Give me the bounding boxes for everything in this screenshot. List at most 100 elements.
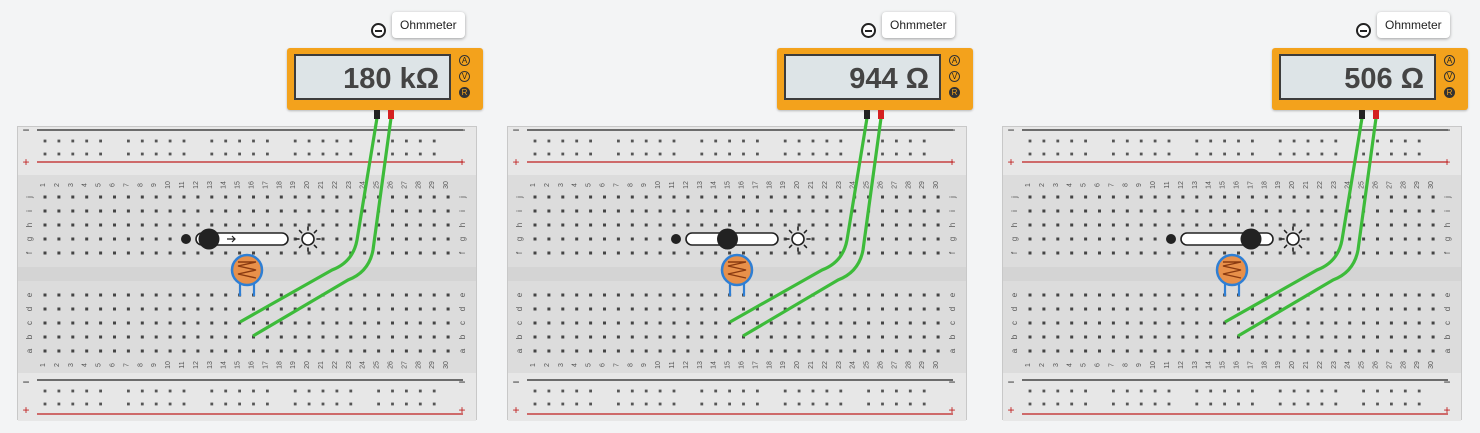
terminal-hole[interactable] — [658, 237, 662, 241]
terminal-hole[interactable] — [113, 209, 116, 213]
terminal-hole[interactable] — [1181, 209, 1185, 213]
terminal-hole[interactable] — [603, 335, 606, 339]
rail-hole[interactable] — [1028, 389, 1032, 393]
terminal-hole[interactable] — [894, 293, 898, 297]
terminal-hole[interactable] — [1237, 349, 1240, 353]
terminal-hole[interactable] — [589, 209, 593, 213]
terminal-hole[interactable] — [672, 223, 676, 227]
terminal-hole[interactable] — [1292, 321, 1296, 325]
rail-hole[interactable] — [335, 152, 339, 156]
terminal-hole[interactable] — [797, 307, 801, 311]
terminal-hole[interactable] — [113, 223, 116, 227]
terminal-hole[interactable] — [279, 223, 283, 227]
terminal-hole[interactable] — [1181, 335, 1185, 339]
terminal-hole[interactable] — [126, 335, 130, 339]
terminal-hole[interactable] — [1292, 307, 1296, 311]
rail-hole[interactable] — [1112, 139, 1115, 143]
terminal-hole[interactable] — [1376, 335, 1379, 339]
rail-hole[interactable] — [1209, 402, 1213, 406]
terminal-hole[interactable] — [714, 195, 718, 199]
rail-hole[interactable] — [1028, 139, 1032, 143]
rail-hole[interactable] — [57, 402, 61, 406]
terminal-hole[interactable] — [1111, 223, 1115, 227]
rail-hole[interactable] — [895, 139, 898, 143]
terminal-hole[interactable] — [210, 195, 214, 199]
terminal-hole[interactable] — [210, 251, 214, 255]
rail-hole[interactable] — [714, 152, 718, 156]
terminal-hole[interactable] — [589, 335, 593, 339]
terminal-hole[interactable] — [1306, 349, 1310, 353]
terminal-hole[interactable] — [853, 335, 857, 339]
terminal-hole[interactable] — [742, 209, 745, 213]
rail-hole[interactable] — [85, 389, 89, 393]
terminal-hole[interactable] — [1139, 349, 1143, 353]
terminal-hole[interactable] — [533, 223, 537, 227]
terminal-hole[interactable] — [714, 293, 718, 297]
terminal-hole[interactable] — [630, 293, 634, 297]
terminal-hole[interactable] — [1417, 293, 1421, 297]
rail-hole[interactable] — [1320, 402, 1324, 406]
terminal-hole[interactable] — [126, 209, 130, 213]
terminal-hole[interactable] — [140, 307, 144, 311]
terminal-hole[interactable] — [797, 223, 801, 227]
terminal-hole[interactable] — [71, 223, 75, 227]
terminal-hole[interactable] — [1111, 335, 1115, 339]
terminal-hole[interactable] — [279, 251, 283, 255]
rail-hole[interactable] — [43, 389, 47, 393]
terminal-hole[interactable] — [644, 293, 648, 297]
terminal-hole[interactable] — [391, 251, 394, 255]
rail-hole[interactable] — [238, 402, 241, 406]
terminal-hole[interactable] — [936, 335, 940, 339]
terminal-hole[interactable] — [168, 349, 172, 353]
rail-hole[interactable] — [1195, 139, 1199, 143]
rail-hole[interactable] — [1223, 152, 1226, 156]
terminal-hole[interactable] — [547, 195, 551, 199]
terminal-hole[interactable] — [658, 349, 662, 353]
terminal-hole[interactable] — [432, 223, 436, 227]
rail-hole[interactable] — [85, 139, 89, 143]
terminal-hole[interactable] — [1167, 251, 1171, 255]
terminal-hole[interactable] — [728, 251, 732, 255]
rail-hole[interactable] — [1084, 139, 1087, 143]
rail-hole[interactable] — [127, 139, 130, 143]
rail-hole[interactable] — [1139, 402, 1143, 406]
terminal-hole[interactable] — [1084, 321, 1088, 325]
rail-hole[interactable] — [1237, 389, 1240, 393]
rail-hole[interactable] — [839, 139, 843, 143]
terminal-hole[interactable] — [561, 293, 565, 297]
terminal-hole[interactable] — [1209, 321, 1213, 325]
rail-hole[interactable] — [1028, 402, 1032, 406]
rail-hole[interactable] — [533, 389, 537, 393]
terminal-hole[interactable] — [377, 237, 381, 241]
rail-hole[interactable] — [1042, 152, 1046, 156]
terminal-hole[interactable] — [252, 349, 255, 353]
rail-hole[interactable] — [1112, 152, 1115, 156]
rail-hole[interactable] — [349, 152, 353, 156]
rail-hole[interactable] — [1306, 139, 1310, 143]
terminal-hole[interactable] — [57, 251, 61, 255]
terminal-hole[interactable] — [1209, 209, 1213, 213]
terminal-hole[interactable] — [1237, 251, 1240, 255]
rail-hole[interactable] — [1237, 402, 1240, 406]
terminal-hole[interactable] — [797, 195, 801, 199]
rail-hole[interactable] — [533, 139, 537, 143]
rail-hole[interactable] — [71, 139, 75, 143]
rail-hole[interactable] — [714, 139, 718, 143]
terminal-hole[interactable] — [1042, 321, 1046, 325]
terminal-hole[interactable] — [43, 307, 47, 311]
terminal-hole[interactable] — [391, 209, 394, 213]
rail-hole[interactable] — [742, 139, 745, 143]
terminal-hole[interactable] — [755, 293, 759, 297]
terminal-hole[interactable] — [196, 335, 200, 339]
rail-hole[interactable] — [432, 139, 436, 143]
terminal-hole[interactable] — [1403, 349, 1407, 353]
terminal-hole[interactable] — [1084, 349, 1088, 353]
terminal-hole[interactable] — [1389, 293, 1393, 297]
terminal-hole[interactable] — [1320, 293, 1324, 297]
terminal-hole[interactable] — [1362, 307, 1366, 311]
terminal-hole[interactable] — [335, 293, 339, 297]
terminal-hole[interactable] — [922, 307, 926, 311]
terminal-hole[interactable] — [1334, 209, 1338, 213]
terminal-hole[interactable] — [1153, 349, 1157, 353]
rail-hole[interactable] — [1125, 402, 1129, 406]
